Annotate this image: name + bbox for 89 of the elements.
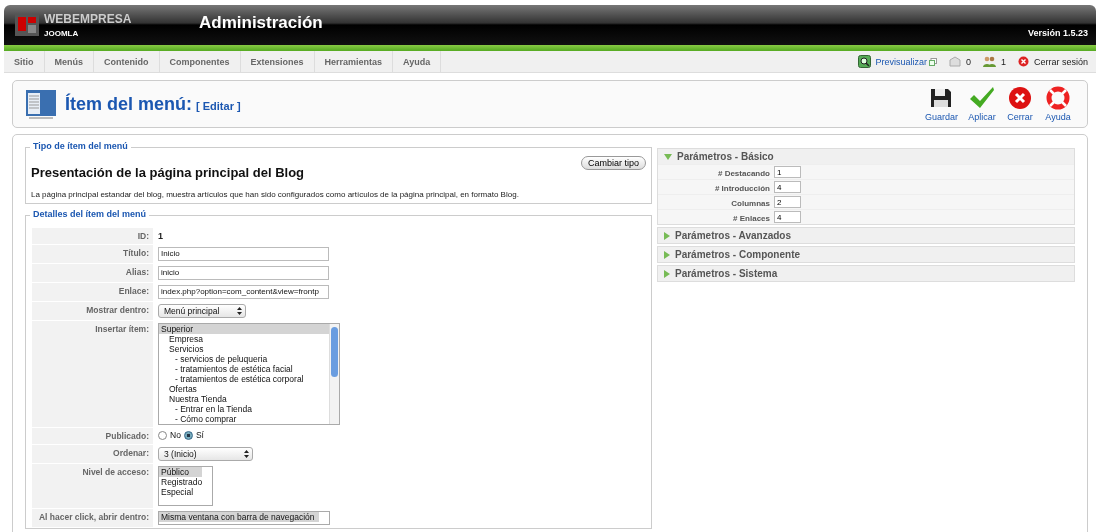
field-label: ID: [32, 228, 153, 244]
input-field[interactable]: 1 [774, 166, 801, 178]
list-option[interactable]: Misma ventana con barra de navegación [159, 512, 319, 522]
accordion-header[interactable]: Parámetros - Componente [658, 247, 1074, 262]
menu-item[interactable]: Componentes [159, 51, 241, 72]
field-label: Insertar ítem: [32, 321, 153, 427]
field-label: Enlace: [32, 283, 153, 301]
list-option[interactable]: Nuestra Tienda [159, 394, 329, 404]
checkmark-icon [969, 86, 995, 110]
accordion-header[interactable]: Parámetros - Sistema [658, 266, 1074, 281]
field-label: Publicado: [32, 428, 153, 444]
list-option[interactable]: Servicios [159, 344, 329, 354]
menu-item[interactable]: Extensiones [240, 51, 315, 72]
save-button[interactable]: Guardar [921, 86, 961, 122]
lifebuoy-icon [1046, 86, 1070, 110]
logout-icon [1017, 56, 1029, 67]
change-type-button[interactable]: Cambiar tipo [580, 156, 646, 170]
menu-item[interactable]: Herramientas [314, 51, 394, 72]
param-label: # Destacando [716, 168, 770, 178]
list-option[interactable]: Especial [159, 487, 202, 497]
accordion-header[interactable]: Parámetros - Avanzados [658, 228, 1074, 243]
help-button[interactable]: Ayuda [1041, 86, 1075, 122]
param-label: Columnas [730, 198, 770, 208]
caret-right-icon [664, 269, 670, 278]
radio-option[interactable]: No [158, 430, 181, 440]
field-label: Título: [32, 245, 153, 263]
dropdown[interactable]: 3 (Inicio) [158, 447, 253, 461]
list-option[interactable]: - Cómo comprar [159, 414, 329, 424]
list-option[interactable]: - tratamientos de estética facial [159, 364, 329, 374]
listbox[interactable]: Superior Empresa Servicios - servicios de peluqueria - tratamientos de estética facial - tratamientos de estética corporal Ofertas Nuestra Tienda - Entrar en la Tienda - Cómo comprar [158, 323, 340, 425]
users-icon [982, 56, 996, 67]
fieldset-legend: Detalles del ítem del menú [30, 209, 150, 219]
scrollbar[interactable] [329, 324, 339, 424]
caret-right-icon [664, 250, 670, 259]
list-option[interactable]: Ofertas [159, 384, 329, 394]
input-field[interactable]: 4 [774, 211, 801, 223]
list-option[interactable]: - servicios de peluqueria [159, 354, 329, 364]
input-field[interactable]: 2 [774, 196, 801, 208]
stepper-arrows-icon [237, 307, 242, 315]
accordion-header[interactable]: Parámetros - Básico [658, 149, 1074, 164]
close-icon [1008, 86, 1032, 110]
list-option[interactable]: Empresa [159, 334, 329, 344]
input-field[interactable]: 4 [774, 181, 801, 193]
field-label: Al hacer click, abrir dentro: [32, 509, 153, 527]
close-button[interactable]: Cerrar [1003, 86, 1037, 122]
logout-link[interactable]: Cerrar sesión [1033, 56, 1088, 67]
field-label: Nivel de acceso: [32, 464, 153, 508]
field-label: Mostrar dentro: [32, 302, 153, 320]
caret-down-icon [664, 153, 672, 160]
listbox[interactable]: Misma ventana con barra de navegación [158, 511, 330, 525]
preview-link[interactable]: Previsualizar [875, 56, 927, 67]
apply-button[interactable]: Aplicar [965, 86, 999, 122]
fieldset-legend: Tipo de ítem del menú [30, 141, 131, 151]
id-value: 1 [158, 230, 163, 241]
input-field[interactable]: inicio [158, 266, 329, 280]
param-label: # Introducción [713, 183, 770, 193]
list-option[interactable]: - tratamientos de estética corporal [159, 374, 329, 384]
menu-item[interactable]: Contenido [94, 51, 160, 72]
stepper-arrows-icon [244, 450, 249, 458]
brand-name: WEBEMPRESA [44, 12, 132, 26]
version-label: Versión 1.5.23 [1027, 28, 1088, 38]
field-label: Alias: [32, 264, 153, 282]
input-field[interactable]: Inicio [158, 247, 329, 261]
type-description: La página principal estandar del blog, muestra artículos que han sido configurados como artículos de la página principal, en formato Blog. [31, 190, 520, 199]
external-window-icon [928, 57, 937, 66]
dropdown[interactable]: Menú principal [158, 304, 246, 318]
page-subtitle: [ Editar ] [196, 100, 241, 112]
header-title: Administración [199, 13, 323, 33]
caret-right-icon [664, 231, 670, 240]
message-count: 0 [965, 56, 971, 67]
list-option[interactable]: Superior [159, 324, 329, 334]
listbox[interactable]: Público Registrado Especial [158, 466, 213, 506]
brand-subtitle: JOOMLA [44, 29, 80, 38]
menu-item[interactable]: Ayuda [393, 51, 442, 72]
list-option[interactable]: Registrado [159, 477, 202, 487]
list-option[interactable]: Público [159, 467, 202, 477]
list-option[interactable]: - Entrar en la Tienda [159, 404, 329, 414]
type-title: Presentación de la página principal del Blog [31, 165, 305, 180]
users-count: 1 [1000, 56, 1006, 67]
page-title: Ítem del menú: [65, 93, 193, 115]
input-field[interactable]: index.php?option=com_content&view=frontp [158, 285, 329, 299]
radio-option[interactable]: Sí [183, 430, 204, 440]
menu-manager-icon [25, 88, 57, 120]
menu-item[interactable]: Menús [44, 51, 94, 72]
logo-icon [14, 12, 40, 38]
menu-item[interactable]: Sitio [4, 51, 45, 72]
field-label: Ordenar: [32, 445, 153, 463]
param-label: # Enlaces [732, 213, 770, 223]
search-icon [858, 55, 872, 68]
